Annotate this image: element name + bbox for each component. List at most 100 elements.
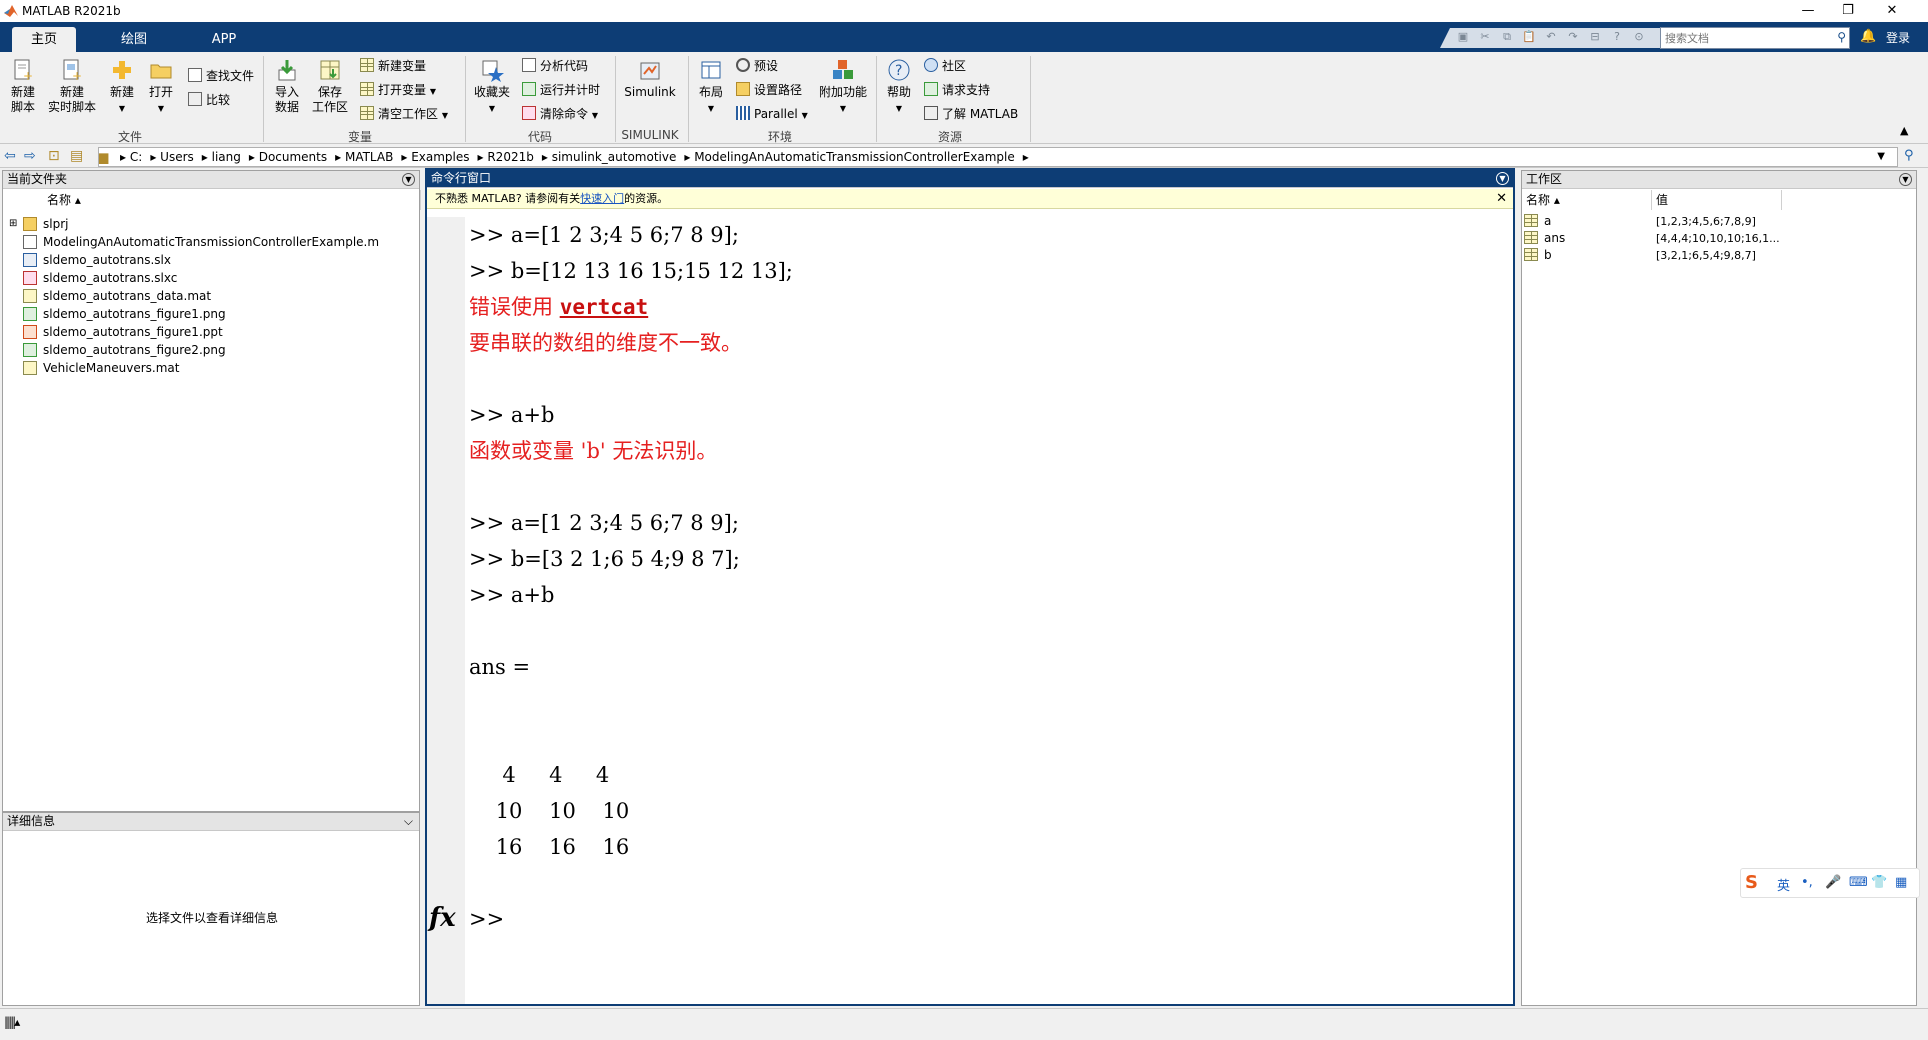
import-data-button[interactable]: 导入 数据	[270, 58, 304, 115]
breadcrumb-item[interactable]: simulink_automotive	[552, 150, 677, 164]
back-arrow-icon[interactable]: ⇦	[4, 148, 16, 164]
file-list-item[interactable]: sldemo_autotrans_figure2.png	[23, 341, 226, 359]
minimize-button[interactable]: —	[1788, 1, 1828, 21]
breadcrumb-item[interactable]: Documents	[259, 150, 327, 164]
fx-function-browser-icon[interactable]: fx	[429, 903, 456, 933]
workspace-value-column-header[interactable]: 值	[1652, 190, 1782, 210]
new-live-script-button[interactable]: + 新建 实时脚本	[44, 58, 100, 115]
breadcrumb-item[interactable]: liang	[212, 150, 241, 164]
search-icon[interactable]: ⚲	[1837, 30, 1846, 44]
open-variable-button[interactable]: 打开变量 ▼	[360, 80, 436, 100]
search-input[interactable]	[1661, 28, 1821, 48]
clear-workspace-button[interactable]: 清空工作区 ▼	[360, 104, 448, 124]
clear-commands-button[interactable]: 清除命令 ▼	[522, 104, 598, 124]
help-icon[interactable]: ?	[1608, 30, 1626, 46]
file-list-item[interactable]: ⊞ slprj	[9, 215, 68, 233]
new-variable-button[interactable]: 新建变量	[360, 56, 426, 76]
parallel-button[interactable]: Parallel ▼	[736, 104, 808, 124]
open-button[interactable]: 打开 ▼	[146, 58, 176, 116]
file-list-item[interactable]: sldemo_autotrans_figure1.png	[23, 305, 226, 323]
help-button[interactable]: ? 帮助 ▼	[882, 58, 916, 116]
command-prompt[interactable]: >>	[469, 901, 504, 937]
clear-workspace-icon	[360, 106, 374, 120]
file-list-item[interactable]: sldemo_autotrans.slxc	[23, 269, 177, 287]
panel-menu-icon[interactable]: ▼	[402, 173, 415, 186]
quick-start-link[interactable]: 快速入门	[580, 192, 624, 205]
panel-menu-icon[interactable]: ▼	[1496, 172, 1509, 185]
ime-mic-icon[interactable]: 🎤	[1825, 875, 1841, 890]
find-files-button[interactable]: 查找文件	[188, 66, 254, 86]
workspace-variable-row[interactable]: b [3,2,1;6,5,4;9,8,7]	[1522, 247, 1918, 264]
file-list-item[interactable]: sldemo_autotrans_figure1.ppt	[23, 323, 223, 341]
mat-file-icon	[23, 289, 37, 303]
panel-menu-icon[interactable]: ▼	[1899, 173, 1912, 186]
ime-keyboard-icon[interactable]: ⌨	[1849, 875, 1868, 890]
breadcrumb[interactable]: ▆ ▸ C: ▸ Users ▸ liang ▸ Documents ▸ MATLAB ▸…	[98, 147, 1898, 167]
notification-bell-icon[interactable]: 🔔	[1860, 29, 1876, 44]
copy-icon[interactable]: ⧉	[1498, 30, 1516, 46]
up-folder-icon[interactable]: ⊡	[48, 148, 60, 164]
tab-apps[interactable]: APP	[192, 27, 256, 52]
breadcrumb-dropdown-icon[interactable]: ▼	[1877, 148, 1885, 166]
ime-grid-icon[interactable]: ▦	[1895, 875, 1907, 890]
undo-icon[interactable]: ↶	[1542, 30, 1560, 46]
file-list-item[interactable]: ModelingAnAutomaticTransmissionControlle…	[23, 233, 379, 251]
workspace-variable-row[interactable]: a [1,2,3;4,5,6;7,8,9]	[1522, 213, 1918, 230]
breadcrumb-item[interactable]: Users	[160, 150, 194, 164]
tab-plots[interactable]: 绘图	[102, 27, 166, 52]
learn-matlab-button[interactable]: 了解 MATLAB	[924, 104, 1018, 124]
analyze-code-button[interactable]: 分析代码	[522, 56, 588, 76]
tab-home[interactable]: 主页	[12, 27, 76, 52]
variable-matrix-icon	[1524, 248, 1538, 261]
new-script-button[interactable]: + 新建 脚本	[6, 58, 40, 115]
new-button[interactable]: 新建 ▼	[106, 58, 138, 116]
ime-punct-icon[interactable]: •,	[1801, 875, 1813, 890]
favorites-button[interactable]: 收藏夹 ▼	[470, 58, 514, 116]
breadcrumb-item[interactable]: R2021b	[487, 150, 534, 164]
redo-icon[interactable]: ↷	[1564, 30, 1582, 46]
ime-language-toggle[interactable]: 英	[1777, 875, 1790, 894]
add-ons-button[interactable]: 附加功能 ▼	[816, 58, 870, 116]
command-output[interactable]: >> a=[1 2 3;4 5 6;7 8 9]; >> b=[12 13 16 …	[465, 217, 1513, 1004]
paste-icon[interactable]: 📋	[1520, 30, 1538, 46]
browse-folder-icon[interactable]: ▤	[70, 148, 83, 164]
close-notice-icon[interactable]: ✕	[1496, 189, 1507, 209]
file-list-item[interactable]: VehicleManeuvers.mat	[23, 359, 179, 377]
getting-started-notice: 不熟悉 MATLAB? 请参阅有关快速入门的资源。 ✕	[427, 189, 1513, 209]
simulink-button[interactable]: Simulink	[622, 58, 678, 100]
preferences-button[interactable]: 预设	[736, 56, 778, 76]
maximize-button[interactable]: ❐	[1828, 1, 1868, 21]
command-window[interactable]: 命令行窗口 ▼ 不熟悉 MATLAB? 请参阅有关快速入门的资源。 ✕ fx >>…	[425, 168, 1515, 1006]
group-label-resources: 资源	[937, 130, 962, 144]
search-folder-icon[interactable]: ⚲	[1904, 148, 1914, 163]
cut-icon[interactable]: ✂	[1476, 30, 1494, 46]
save-workspace-button[interactable]: 保存 工作区	[310, 58, 350, 115]
collapse-details-icon[interactable]: ⌵	[404, 813, 413, 830]
expand-folder-icon[interactable]: ⊞	[9, 215, 17, 233]
breadcrumb-item[interactable]: ModelingAnAutomaticTransmissionControlle…	[694, 150, 1015, 164]
breadcrumb-item[interactable]: Examples	[411, 150, 469, 164]
close-window-button[interactable]: ✕	[1872, 1, 1912, 21]
slxc-file-icon	[23, 271, 37, 285]
layout-button[interactable]: 布局 ▼	[694, 58, 728, 116]
breadcrumb-item[interactable]: MATLAB	[345, 150, 393, 164]
customize-icon[interactable]: ⊙	[1630, 30, 1648, 46]
breadcrumb-item[interactable]: C:	[130, 150, 142, 164]
login-button[interactable]: 登录	[1886, 29, 1910, 46]
request-support-button[interactable]: 请求支持	[924, 80, 990, 100]
name-column-header[interactable]: 名称 ▴	[23, 190, 421, 210]
file-list-item[interactable]: sldemo_autotrans_data.mat	[23, 287, 211, 305]
run-and-time-button[interactable]: 运行并计时	[522, 80, 600, 100]
set-path-button[interactable]: 设置路径	[736, 80, 802, 100]
workspace-variable-row[interactable]: ans [4,4,4;10,10,10;16,1...	[1522, 230, 1918, 247]
forward-arrow-icon[interactable]: ⇨	[24, 148, 36, 164]
workspace-name-column-header[interactable]: 名称 ▴	[1522, 190, 1652, 210]
vertcat-doc-link[interactable]: vertcat	[560, 295, 649, 319]
file-list-item[interactable]: sldemo_autotrans.slx	[23, 251, 171, 269]
switch-windows-icon[interactable]: ⊟	[1586, 30, 1604, 46]
community-button[interactable]: 社区	[924, 56, 966, 76]
compare-button[interactable]: 比较	[188, 90, 230, 110]
save-icon[interactable]: ▣	[1454, 30, 1472, 46]
ime-skin-icon[interactable]: 👕	[1871, 875, 1887, 890]
collapse-ribbon-icon[interactable]: ▲	[1900, 124, 1908, 137]
